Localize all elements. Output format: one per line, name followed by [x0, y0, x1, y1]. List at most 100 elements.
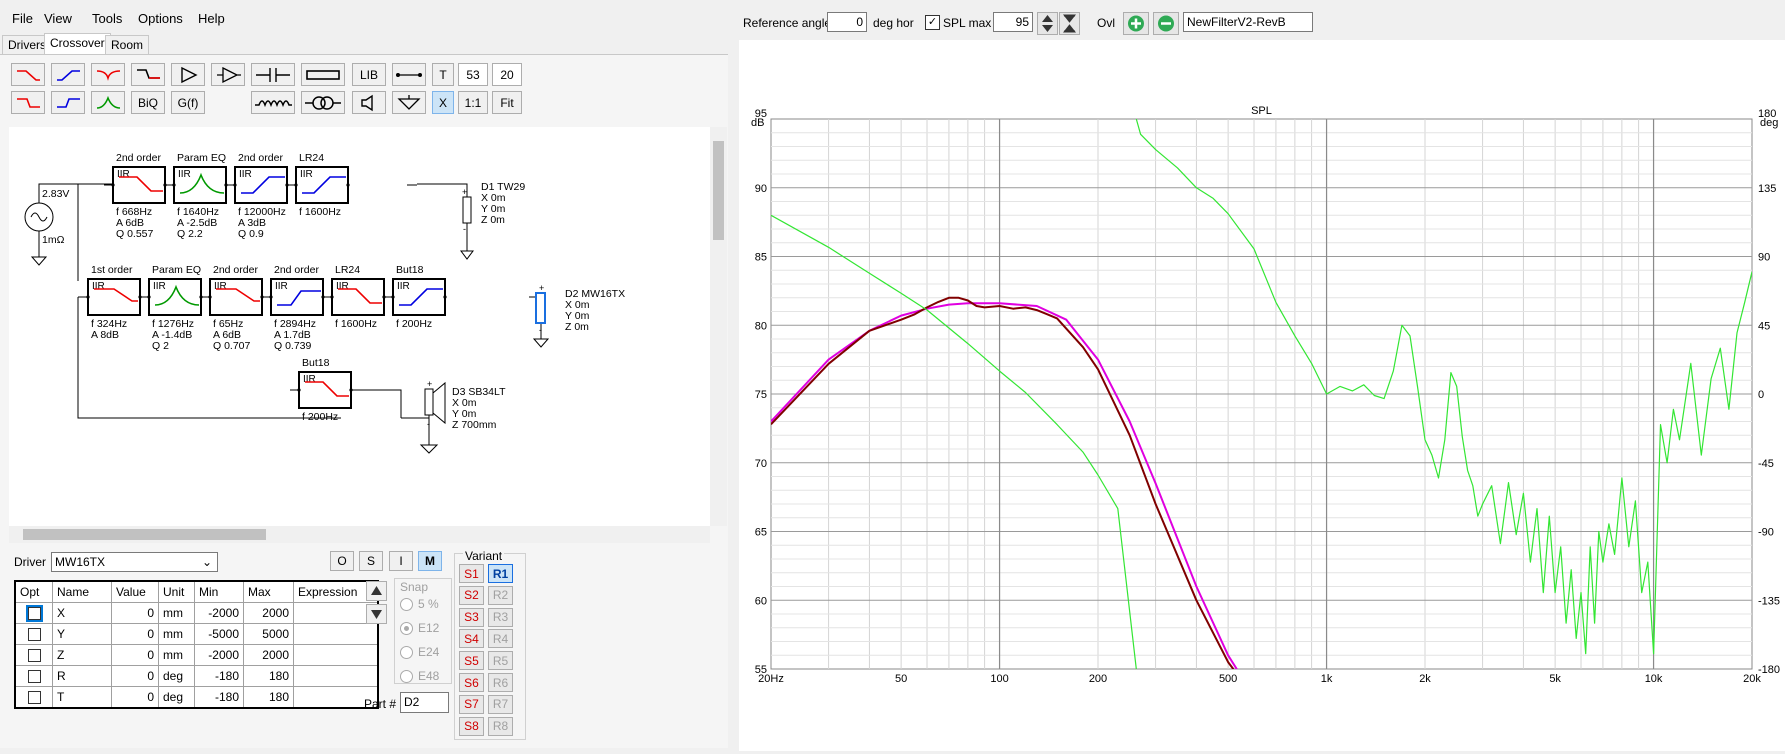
opt-checkbox[interactable] — [27, 670, 41, 684]
expression-cell[interactable] — [293, 623, 379, 645]
opamp-icon[interactable] — [211, 63, 245, 86]
snap-radio[interactable] — [400, 622, 413, 635]
x-toggle-button[interactable]: X — [432, 91, 454, 114]
mode-s-button[interactable]: S — [359, 551, 383, 571]
table-row[interactable]: Y 0 mm -5000 5000 — [14, 623, 379, 645]
variant-s4-button[interactable]: S4 — [459, 629, 484, 649]
opt-checkbox[interactable] — [25, 605, 43, 623]
variant-s1-button[interactable]: S1 — [459, 564, 484, 583]
menu-help[interactable]: Help — [198, 11, 225, 26]
value-cell[interactable]: 0 — [111, 623, 159, 645]
menu-view[interactable]: View — [44, 11, 72, 26]
vertical-scrollbar[interactable] — [710, 127, 727, 526]
spl-max-checkbox[interactable]: ✓ — [925, 15, 940, 30]
highpass-blue-button[interactable] — [51, 63, 85, 86]
min-cell[interactable]: -2000 — [194, 602, 244, 624]
value-20-field[interactable]: 20 — [492, 63, 522, 86]
ratio-1to1-button[interactable]: 1:1 — [458, 91, 488, 114]
t-button[interactable]: T — [432, 63, 454, 86]
amplifier-icon[interactable] — [171, 63, 205, 86]
opt-cell[interactable] — [14, 644, 53, 666]
variant-r8-button[interactable]: R8 — [488, 716, 513, 736]
gf-button[interactable]: G(f) — [171, 91, 205, 114]
lowpass-red-button[interactable] — [11, 63, 45, 86]
lowpass-1st-red-button[interactable] — [11, 91, 45, 114]
driver-params-table[interactable]: Opt Name Value Unit Min Max Expression X… — [14, 580, 379, 709]
value-cell[interactable]: 0 — [111, 665, 159, 687]
notch-red-button[interactable] — [91, 63, 125, 86]
variant-s8-button[interactable]: S8 — [459, 716, 484, 736]
overlay-add-button[interactable] — [1123, 12, 1149, 35]
spl-chart[interactable]: SPLdB deg20Hz 50 100 200 500 1k 2k 5k 10k 20k95908… — [739, 40, 1785, 751]
value-cell[interactable]: 0 — [111, 644, 159, 666]
resistor-icon[interactable] — [301, 63, 345, 86]
variant-r3-button[interactable]: R3 — [488, 607, 513, 627]
value-53-field[interactable]: 53 — [458, 63, 488, 86]
variant-r4-button[interactable]: R4 — [488, 629, 513, 649]
variant-r6-button[interactable]: R6 — [488, 673, 513, 692]
overlay-remove-button[interactable] — [1153, 12, 1179, 35]
variant-s5-button[interactable]: S5 — [459, 651, 484, 671]
snap-radio[interactable] — [400, 670, 413, 683]
inductor-icon[interactable] — [251, 91, 295, 114]
max-cell[interactable]: 2000 — [243, 644, 294, 666]
value-cell[interactable]: 0 — [111, 686, 159, 709]
part-number-field[interactable]: D2 — [400, 692, 449, 713]
mode-m-button[interactable]: M — [418, 551, 442, 571]
variant-s6-button[interactable]: S6 — [459, 673, 484, 692]
min-cell[interactable]: -180 — [194, 665, 244, 687]
expression-cell[interactable] — [293, 644, 379, 666]
move-down-button[interactable] — [366, 604, 387, 624]
tab-room[interactable]: Room — [105, 35, 150, 54]
opt-checkbox[interactable] — [27, 628, 41, 642]
max-cell[interactable]: 180 — [243, 665, 294, 687]
table-row[interactable]: X 0 mm -2000 2000 — [14, 602, 379, 624]
capacitor-icon[interactable] — [251, 63, 295, 86]
snap-radio[interactable] — [400, 598, 413, 611]
variant-s2-button[interactable]: S2 — [459, 585, 484, 605]
ground-icon[interactable] — [392, 91, 426, 114]
variant-r5-button[interactable]: R5 — [488, 651, 513, 671]
expression-cell[interactable] — [293, 665, 379, 687]
table-row[interactable]: R 0 deg -180 180 — [14, 665, 379, 687]
max-cell[interactable]: 5000 — [243, 623, 294, 645]
min-cell[interactable]: -180 — [194, 686, 244, 709]
tab-crossover[interactable]: Crossover — [44, 33, 111, 55]
highpass-1st-blue-button[interactable] — [51, 91, 85, 114]
opt-checkbox[interactable] — [27, 691, 41, 705]
variant-s7-button[interactable]: S7 — [459, 694, 484, 714]
horizontal-scrollbar[interactable] — [9, 526, 710, 543]
opt-cell[interactable] — [14, 602, 53, 624]
lib-button[interactable]: LIB — [352, 63, 386, 86]
spl-spin-button[interactable] — [1037, 12, 1058, 35]
spl-max-input[interactable]: 95 — [993, 12, 1033, 32]
mode-i-button[interactable]: I — [389, 551, 413, 571]
menu-options[interactable]: Options — [138, 11, 183, 26]
value-cell[interactable]: 0 — [111, 602, 159, 624]
variant-s3-button[interactable]: S3 — [459, 607, 484, 627]
variant-r1-button[interactable]: R1 — [488, 564, 513, 583]
overlay-name-input[interactable]: NewFilterV2-RevB — [1183, 12, 1313, 32]
opt-checkbox[interactable] — [27, 649, 41, 663]
vscroll-thumb[interactable] — [713, 141, 724, 240]
driver-select[interactable]: MW16TX ⌄ — [51, 552, 218, 572]
menu-file[interactable]: File — [12, 11, 33, 26]
opt-cell[interactable] — [14, 623, 53, 645]
table-row[interactable]: T 0 deg -180 180 — [14, 686, 379, 709]
biq-button[interactable]: BiQ — [131, 91, 165, 114]
spl-range-button[interactable] — [1059, 12, 1080, 35]
menu-tools[interactable]: Tools — [92, 11, 122, 26]
opt-cell[interactable] — [14, 686, 53, 709]
min-cell[interactable]: -5000 — [194, 623, 244, 645]
wire-icon[interactable] — [392, 63, 426, 86]
variant-r2-button[interactable]: R2 — [488, 585, 513, 605]
table-row[interactable]: Z 0 mm -2000 2000 — [14, 644, 379, 666]
variant-r7-button[interactable]: R7 — [488, 694, 513, 714]
snap-radio[interactable] — [400, 646, 413, 659]
hscroll-thumb[interactable] — [23, 529, 266, 540]
min-cell[interactable]: -2000 — [194, 644, 244, 666]
schematic-canvas[interactable]: 2.83V 1mΩ 2nd order IIR f 668Hz A 6dB Q 0.55… — [9, 127, 710, 526]
max-cell[interactable]: 180 — [243, 686, 294, 709]
opt-cell[interactable] — [14, 665, 53, 687]
shelf-button[interactable] — [131, 63, 165, 86]
